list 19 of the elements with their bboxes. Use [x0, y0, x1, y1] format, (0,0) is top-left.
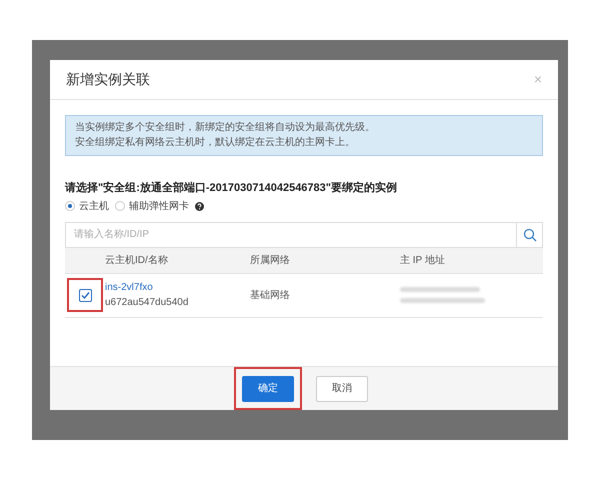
radio-option[interactable]: 辅助弹性网卡 [115, 198, 189, 214]
help-icon[interactable] [195, 202, 204, 210]
search-icon [522, 228, 536, 242]
notice-text: 安全组绑定私有网络云主机时，默认绑定在云主机的主网卡上。 [75, 136, 356, 150]
instance-id-link[interactable]: ins-2vl7fxo [105, 280, 250, 295]
instance-name: u672au547du540d [105, 296, 190, 310]
cancel-button[interactable]: 取消 [316, 376, 368, 402]
radio-button[interactable] [115, 201, 125, 211]
prompt-text: 请选择"安全组:放通全部端口-2017030714042546783"要绑定的实例 [65, 180, 398, 196]
column-header: 主 IP 地址 [400, 254, 446, 268]
row-checkbox[interactable] [78, 288, 92, 302]
column-header: 所属网络 [250, 254, 291, 268]
radio-option[interactable]: 云主机 [65, 198, 109, 214]
radio-button[interactable] [65, 201, 75, 211]
table-cell-text: 基础网络 [250, 288, 291, 302]
column-header: 云主机ID/名称 [105, 254, 169, 268]
confirm-button[interactable]: 确定 [242, 376, 294, 402]
notice-text: 当实例绑定多个安全组时，新绑定的安全组将自动设为最高优先级。 [75, 121, 376, 135]
dialog-title: 新增实例关联 [66, 70, 150, 89]
